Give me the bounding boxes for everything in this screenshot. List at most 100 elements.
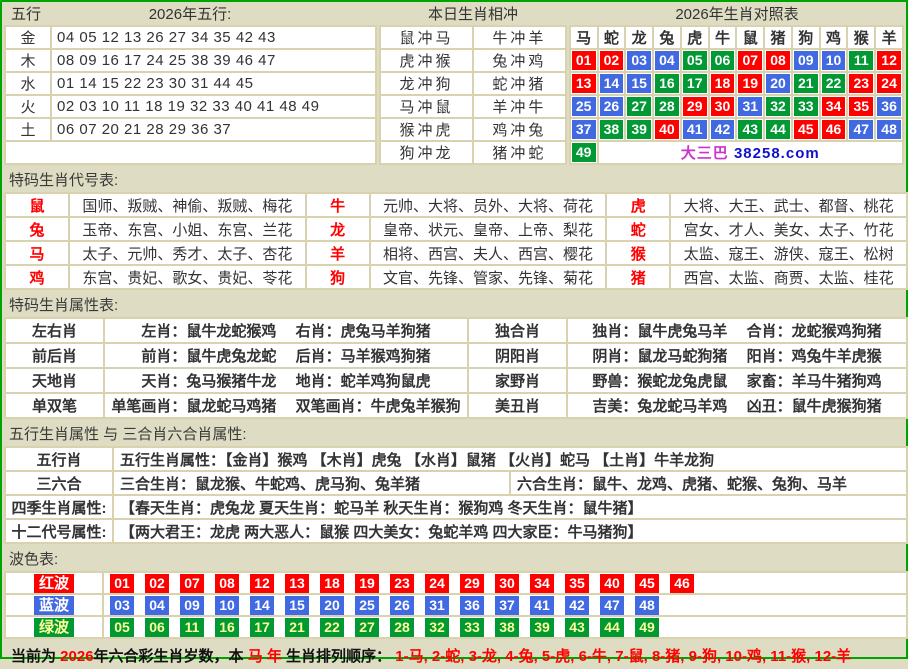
- attrs-section-title: 特码生肖属性表:: [2, 290, 906, 317]
- wuxing-element: 金: [6, 27, 50, 48]
- wave-label-cell: 红波: [6, 573, 102, 593]
- brand-cell: 大三巴 38258.com: [599, 142, 902, 163]
- number-tile: 08: [766, 51, 790, 70]
- wave-number-tile: 14: [250, 596, 274, 615]
- number-tile: 24: [877, 74, 901, 93]
- number-tile: 45: [794, 120, 818, 139]
- code-zodiac: 龙: [307, 218, 369, 240]
- number-tile: 33: [794, 97, 818, 116]
- clash-cell: 鸡冲兔: [474, 119, 565, 140]
- wuxing-element: 木: [6, 50, 50, 71]
- code-zodiac: 牛: [307, 194, 369, 216]
- code-zodiac: 马: [6, 242, 68, 264]
- zodiac-number-cell: 15: [626, 73, 652, 94]
- number-tile: 37: [572, 120, 596, 139]
- number-tile: 28: [655, 97, 679, 116]
- wave-number-tile: 39: [530, 618, 554, 637]
- attr-text: 天肖：兔马猴猪牛龙 地肖：蛇羊鸡狗鼠虎: [105, 369, 467, 392]
- code-titles: 文官、先锋、管家、先锋、菊花: [371, 266, 606, 288]
- zodiac-header: 牛: [710, 27, 736, 48]
- number-tile: 14: [600, 74, 624, 93]
- footer-part: 2026: [60, 648, 93, 665]
- wave-number-tile: 08: [215, 574, 239, 593]
- number-tile: 49: [572, 143, 596, 162]
- clash-cell: 牛冲羊: [474, 27, 565, 48]
- zodiac-header: 猴: [848, 27, 874, 48]
- zodiac-number-cell: 06: [710, 50, 736, 71]
- code-titles: 太监、寇王、游侠、寇王、松树: [671, 242, 906, 264]
- clash-cell: 鼠冲马: [381, 27, 472, 48]
- zodiac-number-cell: 04: [654, 50, 680, 71]
- number-tile: 22: [822, 74, 846, 93]
- attr-text: 左肖：鼠牛龙蛇猴鸡 右肖：虎兔马羊狗猪: [105, 319, 467, 342]
- wave-number-tile: 25: [355, 596, 379, 615]
- number-tile: 02: [600, 51, 624, 70]
- number-tile: 18: [711, 74, 735, 93]
- zodiac-header: 兔: [654, 27, 680, 48]
- wave-number-tile: 01: [110, 574, 134, 593]
- clash-title: 本日生肖相冲: [378, 3, 568, 24]
- waves-section-title: 波色表:: [2, 544, 906, 571]
- zodiac-number-cell: 39: [626, 119, 652, 140]
- attr-text: 单笔画肖：鼠龙蛇马鸡猪 双笔画肖：牛虎兔羊猴狗: [105, 394, 467, 417]
- zodiac-header: 马: [571, 27, 597, 48]
- code-titles: 相将、西宫、夫人、西宫、樱花: [371, 242, 606, 264]
- clash-cell: 猪冲蛇: [474, 142, 565, 163]
- wave-number-tile: 44: [600, 618, 624, 637]
- zodiac-number-cell: 28: [654, 96, 680, 117]
- wuxing-numbers: 01 14 15 22 23 30 31 44 45: [52, 73, 375, 94]
- attr-label: 左右肖: [6, 319, 103, 342]
- wuxing-numbers: 04 05 12 13 26 27 34 35 42 43: [52, 27, 375, 48]
- number-tile: 44: [766, 120, 790, 139]
- wave-number-tile: 22: [320, 618, 344, 637]
- clash-table: 鼠冲马牛冲羊虎冲猴兔冲鸡龙冲狗蛇冲猪马冲鼠羊冲牛猴冲虎鸡冲兔狗冲龙猪冲蛇: [379, 25, 567, 165]
- attr-label: 美丑肖: [469, 394, 566, 417]
- number-tile: 06: [711, 51, 735, 70]
- attr-text: 野兽：猴蛇龙兔虎鼠 家畜：羊马牛猪狗鸡: [568, 369, 906, 392]
- clash-cell: 蛇冲猪: [474, 73, 565, 94]
- wave-number-tile: 27: [355, 618, 379, 637]
- wave-number-tile: 46: [670, 574, 694, 593]
- wuxing-numbers: 08 09 16 17 24 25 38 39 46 47: [52, 50, 375, 71]
- zodiac-number-cell: 14: [599, 73, 625, 94]
- zodiac-number-cell: 40: [654, 119, 680, 140]
- zodiac-number-cell: 33: [793, 96, 819, 117]
- code-titles: 大将、大王、武士、都督、桃花: [671, 194, 906, 216]
- number-tile: 47: [849, 120, 873, 139]
- wx-label: 十二代号属性:: [6, 520, 112, 542]
- code-zodiac: 羊: [307, 242, 369, 264]
- wave-number-tile: 07: [180, 574, 204, 593]
- code-zodiac: 鼠: [6, 194, 68, 216]
- wave-label: 红波: [34, 574, 74, 593]
- wx-label: 四季生肖属性:: [6, 496, 112, 518]
- zodiac-chart-table: 马蛇龙兔虎牛鼠猪狗鸡猴羊0102030405060708091011121314…: [569, 25, 904, 165]
- wave-number-tile: 31: [425, 596, 449, 615]
- wave-number-tile: 09: [180, 596, 204, 615]
- codes-table: 鼠国师、叛贼、神偷、叛贼、梅花牛元帅、大将、员外、大将、荷花虎大将、大王、武士、…: [4, 192, 908, 290]
- wuxing-header: 五行 2026年五行:: [2, 3, 378, 24]
- zodiac-number-cell: 25: [571, 96, 597, 117]
- wave-number-tile: 11: [180, 618, 204, 637]
- wave-number-tile: 21: [285, 618, 309, 637]
- code-titles: 皇帝、状元、皇帝、上帝、梨花: [371, 218, 606, 240]
- zodiac-number-cell: 02: [599, 50, 625, 71]
- code-zodiac: 鸡: [6, 266, 68, 288]
- wave-number-tile: 28: [390, 618, 414, 637]
- number-tile: 10: [822, 51, 846, 70]
- attr-label: 阴阳肖: [469, 344, 566, 367]
- zodiac-number-cell: 36: [876, 96, 902, 117]
- number-tile: 35: [849, 97, 873, 116]
- top-header-row: 五行 2026年五行: 本日生肖相冲 2026年生肖对照表: [2, 2, 906, 25]
- wave-numbers-cell: 05061116172122272832333839434449: [104, 617, 906, 637]
- zodiac-number-cell: 31: [737, 96, 763, 117]
- code-zodiac: 狗: [307, 266, 369, 288]
- clash-cell: 猴冲虎: [381, 119, 472, 140]
- wave-numbers-cell: 0102070812131819232429303435404546: [104, 573, 906, 593]
- zodiac-number-cell: 24: [876, 73, 902, 94]
- zodiac-number-cell: 30: [710, 96, 736, 117]
- brand-site-link[interactable]: 38258.com: [734, 145, 820, 162]
- clash-cell: 马冲鼠: [381, 96, 472, 117]
- zodiac-number-cell: 11: [848, 50, 874, 71]
- number-tile: 29: [683, 97, 707, 116]
- wave-number-tile: 48: [635, 596, 659, 615]
